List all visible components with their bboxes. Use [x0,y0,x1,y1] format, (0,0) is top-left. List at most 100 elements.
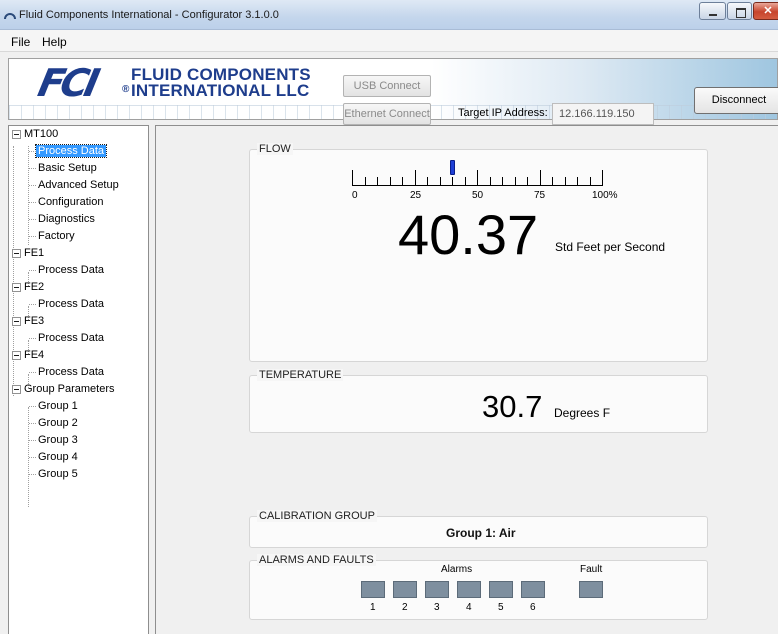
scale-tick [440,177,441,186]
tree-label: Group 4 [38,451,78,463]
alarm-number-1: 1 [370,602,376,613]
company-name-line2: INTERNATIONAL LLC [131,81,310,100]
collapse-icon[interactable] [12,385,21,394]
scale-tick [402,177,403,186]
tree-item-fe1-process-data[interactable]: Process Data [36,262,106,278]
temperature-unit: Degrees F [554,406,611,420]
maximize-button[interactable] [727,2,752,20]
tree-item-fe3-process-data[interactable]: Process Data [36,330,106,346]
app-window: Fluid Components International - Configu… [0,0,778,634]
tree-item-group-2[interactable]: Group 2 [36,415,80,431]
tree-item-fe2-process-data[interactable]: Process Data [36,296,106,312]
tree-label: Diagnostics [38,213,95,225]
header-panel: FCI ® FLUID COMPONENTS INTERNATIONAL LLC… [8,58,778,125]
scale-label-25: 25 [410,190,422,201]
tree-item-group-1[interactable]: Group 1 [36,398,80,414]
alarm-number-6: 6 [530,602,536,613]
tree-label: Process Data [38,366,105,378]
temperature-value: 30.7 [482,389,543,424]
collapse-icon[interactable] [12,351,21,360]
collapse-icon[interactable] [12,249,21,258]
alarm-number-4: 4 [466,602,472,613]
close-icon: ✕ [763,5,773,17]
tree-item-group-4[interactable]: Group 4 [36,449,80,465]
alarm-number-2: 2 [402,602,408,613]
tree-item-basic-setup[interactable]: Basic Setup [36,160,99,176]
process-data-panel: FLOW 0 25 50 75 100% 40.37 Std Feet per … [155,125,778,634]
tree-label: Group 5 [38,468,78,480]
scale-label-50: 50 [472,190,484,201]
tree-item-group-3[interactable]: Group 3 [36,432,80,448]
tree-item-configuration[interactable]: Configuration [36,194,105,210]
tree-label: Process Data [38,332,105,344]
scale-label-75: 75 [534,190,546,201]
scale-tick [540,170,541,186]
collapse-icon[interactable] [12,317,21,326]
scale-tick [465,177,466,186]
tree-label: Configuration [38,196,104,208]
tree-item-fe4-process-data[interactable]: Process Data [36,364,106,380]
calibration-title: CALIBRATION GROUP [257,510,377,522]
temperature-title: TEMPERATURE [257,369,344,381]
menu-help[interactable]: Help [42,35,67,49]
calibration-group: CALIBRATION GROUP Group 1: Air [249,510,708,548]
ethernet-connect-button[interactable]: Ethernet Connect [343,103,431,125]
flow-scale [352,160,603,186]
target-ip-label: Target IP Address: [458,107,548,119]
alarm-indicator-1 [361,581,385,598]
minimize-button[interactable] [699,2,726,20]
tree-label: Group 3 [38,434,78,446]
alarm-indicator-5 [489,581,513,598]
tree-node-mt100[interactable]: MT100 [12,126,60,142]
tree-label: Basic Setup [38,162,97,174]
scale-tick [565,177,566,186]
close-button[interactable]: ✕ [753,2,778,20]
title-bar: Fluid Components International - Configu… [0,0,778,30]
tree-node-group-parameters[interactable]: Group Parameters [12,381,116,397]
scale-tick [477,170,478,186]
alarms-group: ALARMS AND FAULTS Alarms Fault 1 2 3 4 5… [249,554,708,620]
scale-tick [590,177,591,186]
alarm-number-5: 5 [498,602,504,613]
scale-tick [552,177,553,186]
flow-pointer [450,160,455,175]
tree-label: Group 1 [38,400,78,412]
tree-item-mt100-process-data[interactable]: Process Data [34,143,108,159]
usb-connect-button[interactable]: USB Connect [343,75,431,97]
tree-label: FE2 [24,281,45,293]
scale-tick [502,177,503,186]
tree-item-factory[interactable]: Factory [36,228,77,244]
disconnect-button[interactable]: Disconnect [694,87,778,114]
alarm-indicator-3 [425,581,449,598]
collapse-icon[interactable] [12,130,21,139]
calibration-value: Group 1: Air [446,526,516,540]
tree-label: MT100 [24,128,59,140]
flow-unit: Std Feet per Second [555,240,666,254]
scale-tick [577,177,578,186]
tree-item-group-5[interactable]: Group 5 [36,466,80,482]
scale-tick [427,177,428,186]
tree-label: Advanced Setup [38,179,119,191]
tree-label: Factory [38,230,75,242]
registered-mark: ® [122,84,130,95]
collapse-icon[interactable] [12,283,21,292]
scale-tick [602,170,603,186]
target-ip-field[interactable]: 12.166.119.150 [552,103,654,125]
scale-tick [390,177,391,186]
scale-label-100: 100% [592,190,618,201]
tree-item-advanced-setup[interactable]: Advanced Setup [36,177,121,193]
scale-tick [490,177,491,186]
tree-node-fe1[interactable]: FE1 [12,245,46,261]
alarm-indicator-2 [393,581,417,598]
app-gauge-icon [4,13,16,20]
tree-label: FE3 [24,315,45,327]
scale-tick [452,177,453,186]
tree-node-fe4[interactable]: FE4 [12,347,46,363]
scale-tick [352,170,353,186]
tree-node-fe3[interactable]: FE3 [12,313,46,329]
tree-item-diagnostics[interactable]: Diagnostics [36,211,97,227]
flow-group: FLOW 0 25 50 75 100% 40.37 Std Feet per … [249,143,708,362]
tree-node-fe2[interactable]: FE2 [12,279,46,295]
menu-file[interactable]: File [11,35,30,49]
tree-label: Group Parameters [24,383,115,395]
